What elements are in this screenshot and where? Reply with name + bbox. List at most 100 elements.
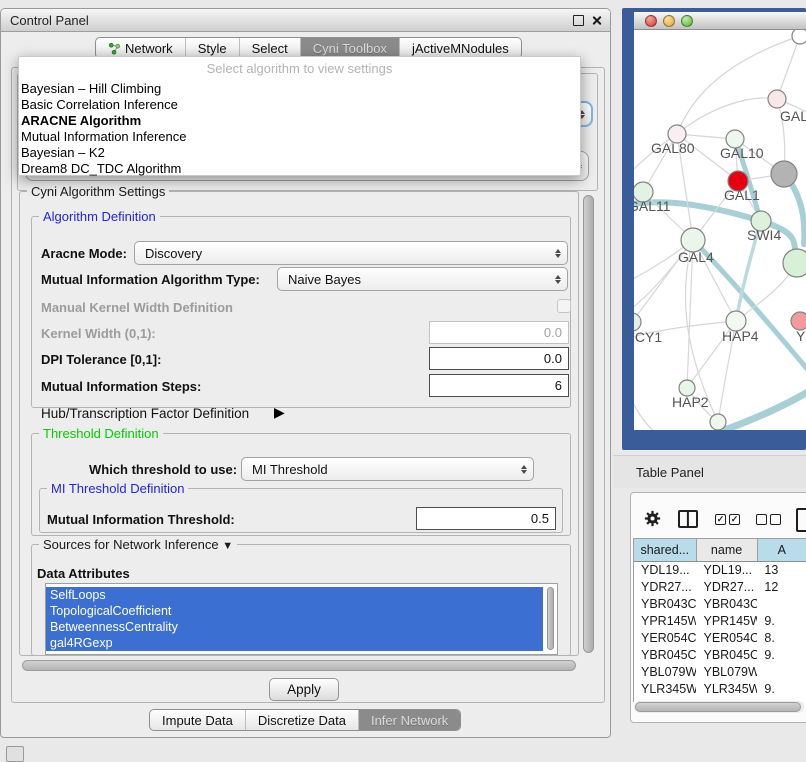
tab-infer-network[interactable]: Infer Network bbox=[358, 710, 460, 730]
which-threshold-label: Which threshold to use: bbox=[89, 462, 237, 477]
dpi-tolerance-field[interactable] bbox=[429, 347, 569, 370]
node-label-gal80: GAL80 bbox=[651, 140, 695, 156]
collapsed-panel-icon[interactable] bbox=[6, 746, 24, 762]
table-cell: 9. bbox=[757, 613, 806, 630]
table-cell: YDL19... bbox=[634, 562, 696, 579]
network-node[interactable] bbox=[710, 414, 726, 430]
algorithm-option-aracne-algorithm[interactable]: ARACNE Algorithm bbox=[19, 113, 580, 129]
table-cell: 12 bbox=[757, 579, 806, 596]
table-row[interactable]: YDL19...YDL19...13 bbox=[634, 562, 806, 579]
attribute-item-gal4rgexp[interactable]: gal4RGexp bbox=[46, 635, 543, 651]
attr-list-vscrollbar-thumb[interactable] bbox=[547, 587, 554, 650]
mi-threshold-label: Mutual Information Threshold: bbox=[47, 512, 235, 527]
settings-hscrollbar[interactable] bbox=[21, 659, 579, 672]
tab-label: Select bbox=[252, 41, 288, 56]
tab-label: Cyni Toolbox bbox=[313, 41, 387, 56]
settings-vscrollbar[interactable] bbox=[582, 193, 595, 655]
table-row[interactable]: YBR043CYBR043C bbox=[634, 596, 806, 613]
table-row[interactable]: YER054CYER054C8. bbox=[634, 630, 806, 647]
node-attribute-table[interactable]: shared...nameA YDL19...YDL19...13YDR27..… bbox=[633, 538, 806, 702]
settings-hscrollbar-thumb[interactable] bbox=[22, 660, 576, 671]
table-settings-gear-icon[interactable] bbox=[644, 510, 661, 527]
split-panel-icon[interactable] bbox=[678, 510, 698, 528]
kernel-width-field[interactable] bbox=[429, 321, 569, 344]
minimize-traffic-light-icon[interactable] bbox=[663, 15, 675, 27]
table-row[interactable]: YLR345WYLR345W9. bbox=[634, 681, 806, 698]
table-row[interactable]: YDR27...YDR27...12 bbox=[634, 579, 806, 596]
table-row[interactable]: YBL079WYBL079W bbox=[634, 664, 806, 681]
table-row[interactable]: YPR145WYPR145W9. bbox=[634, 613, 806, 630]
select-all-columns-icon[interactable]: ✓✓ bbox=[715, 514, 740, 525]
close-icon[interactable] bbox=[591, 15, 602, 26]
attribute-item-topologicalcoefficient[interactable]: TopologicalCoefficient bbox=[46, 603, 543, 619]
node-label-gal: GAL bbox=[780, 108, 806, 124]
column-header-name[interactable]: name bbox=[697, 539, 758, 561]
network-node[interactable] bbox=[783, 249, 806, 277]
column-header-shared[interactable]: shared... bbox=[634, 539, 697, 561]
tab-jactivemnodules[interactable]: jActiveMNodules bbox=[399, 38, 521, 58]
expand-right-icon[interactable]: ▶ bbox=[274, 404, 285, 421]
apply-button[interactable]: Apply bbox=[269, 678, 339, 701]
table-cell: 9. bbox=[757, 681, 806, 698]
mi-type-label: Mutual Information Algorithm Type: bbox=[41, 272, 260, 287]
table-cell: YBL079W bbox=[696, 664, 757, 681]
mi-steps-field[interactable] bbox=[429, 374, 569, 397]
attribute-item-betweennesscentrality[interactable]: BetweennessCentrality bbox=[46, 619, 543, 635]
mi-threshold-field[interactable] bbox=[416, 507, 556, 530]
algorithm-option-bayesian-hill-climbing[interactable]: Bayesian – Hill Climbing bbox=[19, 81, 580, 97]
float-window-icon[interactable] bbox=[573, 15, 584, 26]
network-canvas[interactable]: GALGAL80GAL10GAL1GAL11SWI4GAL4GCY1HAP4YH… bbox=[634, 30, 806, 430]
tab-discretize-data[interactable]: Discretize Data bbox=[245, 710, 358, 730]
table-cell: YPR145W bbox=[634, 613, 696, 630]
table-cell: 9. bbox=[757, 647, 806, 664]
attr-list-vscrollbar[interactable] bbox=[546, 586, 555, 652]
table-cell bbox=[757, 596, 806, 613]
dpi-tolerance-label: DPI Tolerance [0,1]: bbox=[41, 352, 161, 367]
table-cell: YBR043C bbox=[634, 596, 696, 613]
data-attributes-list[interactable]: SelfLoopsTopologicalCoefficientBetweenne… bbox=[45, 583, 558, 655]
which-threshold-combobox[interactable]: MI Threshold bbox=[241, 457, 534, 481]
attribute-item-selfloops[interactable]: SelfLoops bbox=[46, 587, 543, 603]
combo-stepper-icon bbox=[555, 246, 563, 261]
tab-style[interactable]: Style bbox=[185, 38, 239, 58]
table-hscrollbar-thumb[interactable] bbox=[635, 702, 801, 712]
network-node[interactable] bbox=[792, 30, 806, 44]
tab-impute-data[interactable]: Impute Data bbox=[150, 710, 245, 730]
tab-cyni-toolbox[interactable]: Cyni Toolbox bbox=[300, 38, 399, 58]
algorithm-option-mutual-information-inference[interactable]: Mutual Information Inference bbox=[19, 129, 580, 145]
mi-type-combobox[interactable]: Naive Bayes bbox=[277, 267, 568, 291]
tab-network[interactable]: Network bbox=[96, 38, 185, 58]
table-cell: YBR045C bbox=[634, 647, 696, 664]
column-header-a[interactable]: A bbox=[758, 539, 806, 561]
export-table-icon[interactable] bbox=[796, 508, 806, 532]
algorithm-option-bayesian-k2[interactable]: Bayesian – K2 bbox=[19, 145, 580, 161]
network-graph: GALGAL80GAL10GAL1GAL11SWI4GAL4GCY1HAP4YH… bbox=[634, 30, 806, 430]
collapse-down-icon[interactable]: ▼ bbox=[222, 540, 233, 552]
algorithm-option-basic-correlation-inference[interactable]: Basic Correlation Inference bbox=[19, 97, 580, 113]
node-label-gal11: GAL11 bbox=[634, 198, 671, 214]
control-panel-window: Control Panel NetworkStyleSelectCyni Too… bbox=[0, 8, 611, 738]
zoom-traffic-light-icon[interactable] bbox=[681, 15, 693, 27]
close-traffic-light-icon[interactable] bbox=[645, 15, 657, 27]
table-cell bbox=[757, 664, 806, 681]
tab-label: jActiveMNodules bbox=[412, 41, 509, 56]
table-cell: 8. bbox=[757, 630, 806, 647]
mi-type-value: Naive Bayes bbox=[288, 272, 361, 287]
table-row[interactable]: YBR045CYBR045C9. bbox=[634, 647, 806, 664]
network-node[interactable] bbox=[771, 161, 797, 187]
sources-title: Sources for Network Inference ▼ bbox=[39, 537, 237, 552]
manual-kernel-label: Manual Kernel Width Definition bbox=[41, 300, 233, 315]
manual-kernel-checkbox[interactable] bbox=[557, 299, 571, 313]
network-edge[interactable] bbox=[777, 36, 800, 99]
network-window-titlebar[interactable] bbox=[634, 12, 806, 30]
algorithm-option-dream8-dc-tdc-algorithm[interactable]: Dream8 DC_TDC Algorithm bbox=[19, 161, 580, 177]
table-hscrollbar[interactable] bbox=[634, 701, 804, 713]
tab-select[interactable]: Select bbox=[239, 38, 300, 58]
network-edge[interactable] bbox=[677, 98, 777, 134]
settings-vscrollbar-thumb[interactable] bbox=[583, 195, 594, 653]
hub-definition-label: Hub/Transcription Factor Definition bbox=[41, 406, 249, 421]
network-node-gal[interactable] bbox=[768, 90, 786, 108]
aracne-mode-combobox[interactable]: Discovery bbox=[134, 241, 568, 265]
node-label-gal1: GAL1 bbox=[724, 187, 760, 203]
deselect-all-columns-icon[interactable] bbox=[756, 514, 781, 525]
